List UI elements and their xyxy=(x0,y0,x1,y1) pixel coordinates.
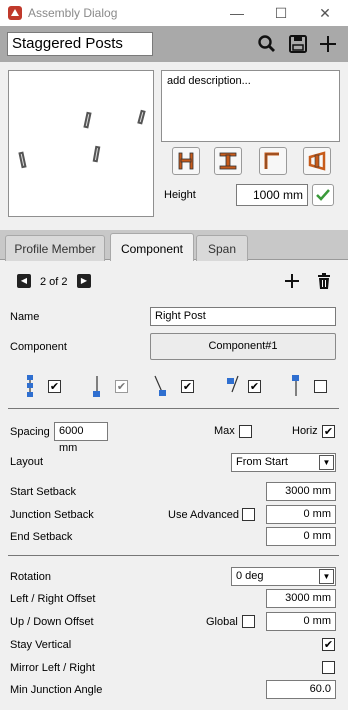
tab-component[interactable]: Component xyxy=(110,233,194,261)
title-bar: Assembly Dialog — ☐ ✕ xyxy=(0,0,348,26)
rotation-label: Rotation xyxy=(10,571,51,583)
add-component-icon[interactable] xyxy=(282,271,302,291)
assembly-name-input[interactable]: Staggered Posts xyxy=(7,32,153,56)
app-logo-icon xyxy=(8,6,22,20)
chevron-down-icon: ▼ xyxy=(319,569,334,584)
checkmark-icon xyxy=(316,189,330,201)
junction-setback-label: Junction Setback xyxy=(10,509,94,521)
junction-setback-input[interactable]: 0 mm xyxy=(266,505,336,524)
component-label: Component xyxy=(10,341,67,353)
height-apply-button[interactable] xyxy=(312,184,334,206)
horiz-checkbox[interactable] xyxy=(322,425,335,438)
maximize-button[interactable]: ☐ xyxy=(258,0,304,26)
section-divider xyxy=(8,555,339,556)
left-diagonal-post-checkbox[interactable] xyxy=(181,380,194,393)
component-name-input[interactable]: Right Post xyxy=(150,307,336,326)
ud-offset-input[interactable]: 0 mm xyxy=(266,612,336,631)
assembly-header: Staggered Posts xyxy=(0,26,348,62)
rotation-select[interactable]: 0 deg ▼ xyxy=(231,567,336,586)
close-button[interactable]: ✕ xyxy=(302,0,348,26)
minimize-button[interactable]: — xyxy=(214,0,260,26)
global-checkbox[interactable] xyxy=(242,615,255,628)
spacing-label: Spacing xyxy=(10,426,50,438)
height-input[interactable]: 1000 mm xyxy=(236,184,308,206)
ladder-profile-button[interactable] xyxy=(172,147,200,175)
search-icon[interactable] xyxy=(255,32,279,56)
post-preview-graphic xyxy=(18,109,146,169)
lr-offset-input[interactable]: 3000 mm xyxy=(266,589,336,608)
component-select-button[interactable]: Component#1 xyxy=(150,333,336,360)
previous-component-button[interactable]: ◀ xyxy=(17,274,31,288)
stacked-posts-icon xyxy=(27,375,33,397)
save-icon[interactable] xyxy=(286,32,310,56)
mirror-label: Mirror Left / Right xyxy=(10,662,95,674)
top-post-checkbox[interactable] xyxy=(314,380,327,393)
stacked-posts-checkbox[interactable] xyxy=(48,380,61,393)
max-checkbox[interactable] xyxy=(239,425,252,438)
stay-vertical-checkbox[interactable] xyxy=(322,638,335,651)
tab-bar: Profile Member Component Span xyxy=(0,230,348,261)
component-name-label: Name xyxy=(10,311,40,323)
use-advanced-checkbox[interactable] xyxy=(242,508,255,521)
layout-select-value: From Start xyxy=(236,456,288,468)
ud-offset-label: Up / Down Offset xyxy=(10,616,94,628)
window-title: Assembly Dialog xyxy=(28,6,118,20)
stay-vertical-label: Stay Vertical xyxy=(10,639,72,651)
skewed-profile-icon xyxy=(308,151,326,171)
ladder-profile-icon xyxy=(178,152,194,170)
chevron-down-icon: ▼ xyxy=(319,455,334,470)
assembly-preview xyxy=(8,70,154,217)
end-setback-input[interactable]: 0 mm xyxy=(266,527,336,546)
skewed-profile-button[interactable] xyxy=(303,147,331,175)
tab-span[interactable]: Span xyxy=(196,235,248,261)
i-beam-profile-button[interactable] xyxy=(214,147,242,175)
right-diagonal-post-icon xyxy=(227,375,239,393)
end-setback-label: End Setback xyxy=(10,531,73,543)
i-beam-profile-icon xyxy=(219,152,237,170)
component-pager-text: 2 of 2 xyxy=(40,276,68,288)
global-label: Global xyxy=(206,616,238,628)
single-post-icon xyxy=(93,376,100,397)
lr-offset-label: Left / Right Offset xyxy=(10,593,96,605)
next-component-button[interactable]: ▶ xyxy=(77,274,91,288)
section-divider xyxy=(8,408,339,409)
mirror-checkbox[interactable] xyxy=(322,661,335,674)
min-junction-angle-label: Min Junction Angle xyxy=(10,684,103,696)
use-advanced-label: Use Advanced xyxy=(168,509,239,521)
min-junction-angle-input[interactable]: 60.0 xyxy=(266,680,336,699)
tab-profile-member[interactable]: Profile Member xyxy=(5,235,105,261)
corner-profile-button[interactable] xyxy=(259,147,287,175)
add-icon[interactable] xyxy=(316,32,340,56)
single-post-checkbox[interactable] xyxy=(115,380,128,393)
right-diagonal-post-checkbox[interactable] xyxy=(248,380,261,393)
spacing-input[interactable]: 6000 mm xyxy=(54,422,108,454)
top-post-icon xyxy=(292,375,299,396)
start-setback-input[interactable]: 3000 mm xyxy=(266,482,336,501)
rotation-select-value: 0 deg xyxy=(236,570,264,582)
corner-profile-icon xyxy=(264,152,279,169)
layout-select[interactable]: From Start ▼ xyxy=(231,453,336,472)
max-label: Max xyxy=(214,425,235,437)
left-diagonal-post-icon xyxy=(154,375,166,396)
horiz-label: Horiz xyxy=(292,425,318,437)
layout-label: Layout xyxy=(10,456,44,468)
description-input[interactable]: add description... xyxy=(161,70,340,142)
height-label: Height xyxy=(164,189,196,201)
delete-component-icon[interactable] xyxy=(314,271,334,291)
start-setback-label: Start Setback xyxy=(10,486,77,498)
